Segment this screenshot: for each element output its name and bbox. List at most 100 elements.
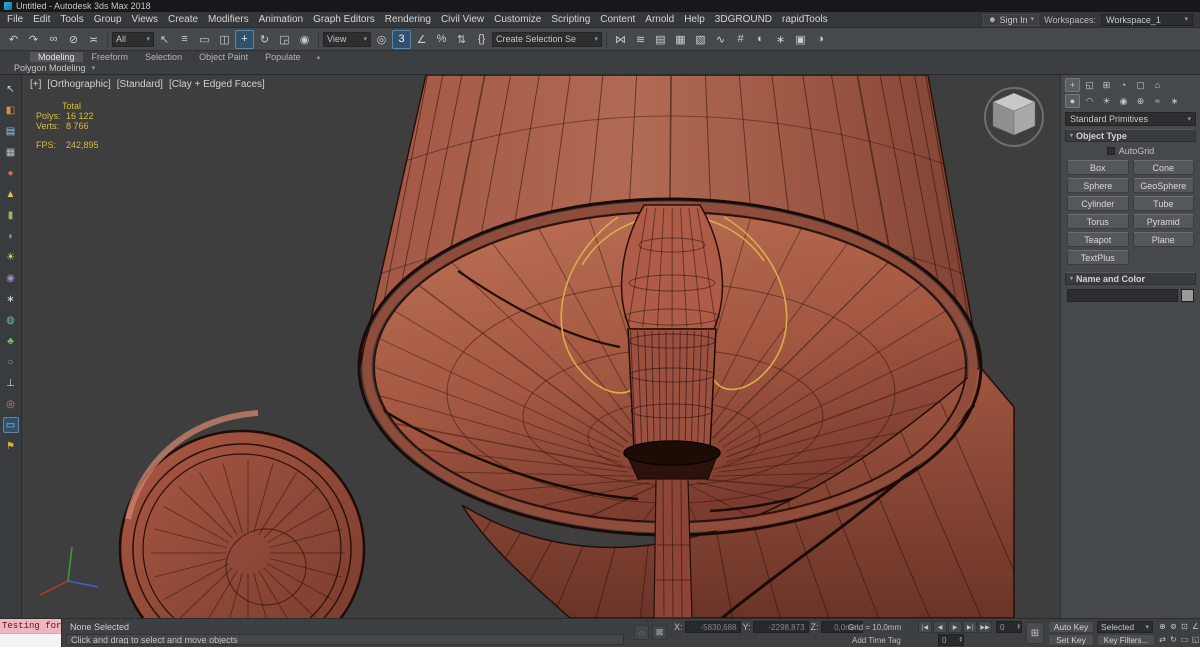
viewport-pov-menu[interactable]: [Orthographic] xyxy=(47,79,110,90)
textplus-button[interactable]: TextPlus xyxy=(1067,250,1129,265)
menu-item[interactable]: Views xyxy=(127,12,164,27)
object-color-swatch[interactable] xyxy=(1181,289,1194,302)
percent-snap-icon[interactable]: % xyxy=(432,30,451,49)
curve-editor-icon[interactable]: ∿ xyxy=(711,30,730,49)
circle-tool-icon[interactable]: ○ xyxy=(3,354,19,370)
torus-button[interactable]: Torus xyxy=(1067,214,1129,229)
snaps-toggle-icon[interactable]: 3 xyxy=(392,29,411,49)
plane-button[interactable]: Plane xyxy=(1132,232,1194,247)
box-button[interactable]: Box xyxy=(1067,160,1129,175)
auto-key-button[interactable]: Auto Key xyxy=(1048,621,1094,633)
spinner-snap-icon[interactable]: ⇅ xyxy=(452,30,471,49)
selection-filter-dropdown[interactable]: All ▾ xyxy=(112,31,154,47)
motion-tab-icon[interactable]: ◔ xyxy=(1116,78,1131,92)
menu-item[interactable]: Edit xyxy=(28,12,55,27)
menu-item[interactable]: Create xyxy=(163,12,203,27)
tube-button[interactable]: Tube xyxy=(1132,196,1194,211)
schematic-view-icon[interactable]: # xyxy=(731,30,750,49)
hierarchy-tab-icon[interactable]: ⊞ xyxy=(1099,78,1114,92)
clover-tool-icon[interactable]: ♣ xyxy=(3,333,19,349)
menu-item[interactable]: File xyxy=(2,12,28,27)
render-setup-icon[interactable]: ∗ xyxy=(771,30,790,49)
viewport-shading-menu[interactable]: [Clay + Edged Faces] xyxy=(169,79,265,90)
light-tool-icon[interactable]: ☀ xyxy=(3,249,19,265)
current-frame-field[interactable]: 0 ▴ ▾ xyxy=(996,621,1022,633)
align-icon[interactable]: ≋ xyxy=(631,30,650,49)
y-coordinate-field[interactable]: -2298,873 xyxy=(752,621,809,633)
select-and-place-icon[interactable]: ◉ xyxy=(295,30,314,49)
object-name-input[interactable] xyxy=(1067,289,1178,302)
cylinder-button[interactable]: Cylinder xyxy=(1067,196,1129,211)
name-color-rollout-header[interactable]: ▾ Name and Color xyxy=(1065,272,1196,285)
tab-selection[interactable]: Selection xyxy=(137,52,190,62)
redo-icon[interactable]: ↷ xyxy=(24,30,43,49)
cylinder-tool-icon[interactable]: ▮ xyxy=(3,207,19,223)
edit-named-selection-sets-icon[interactable]: {} xyxy=(472,30,491,49)
select-and-move-icon[interactable]: + xyxy=(235,29,254,49)
selection-lock-icon[interactable]: ⊠ xyxy=(652,625,667,640)
frame-spinner-secondary[interactable]: 0 ▴ ▾ xyxy=(938,634,964,646)
previous-frame-icon[interactable]: ◀ xyxy=(933,621,947,633)
window-crossing-icon[interactable]: ◫ xyxy=(215,30,234,49)
ribbon-minimize-icon[interactable]: ▴ xyxy=(317,51,321,62)
sphere-button[interactable]: Sphere xyxy=(1067,178,1129,193)
material-editor-icon[interactable]: ◐ xyxy=(751,30,770,49)
primitive-category-dropdown[interactable]: Standard Primitives ▾ xyxy=(1065,112,1196,126)
select-and-scale-icon[interactable]: ◲ xyxy=(275,30,294,49)
zoom-extents-icon[interactable]: ⊡ xyxy=(1180,621,1189,632)
menu-item[interactable]: Animation xyxy=(254,12,308,27)
select-and-link-icon[interactable]: ∞ xyxy=(44,30,63,49)
named-selection-sets-dropdown[interactable]: Create Selection Se ▾ xyxy=(492,31,602,47)
listener-input-line[interactable] xyxy=(0,634,61,647)
workspace-dropdown[interactable]: Workspace_1 ▾ xyxy=(1101,13,1193,26)
create-tab-icon[interactable]: + xyxy=(1065,78,1080,92)
zoom-icon[interactable]: ⊕ xyxy=(1158,621,1167,632)
key-selection-dropdown[interactable]: Selected ▾ xyxy=(1097,621,1153,633)
toggle-layer-explorer-icon[interactable]: ▦ xyxy=(671,30,690,49)
tab-freeform[interactable]: Freeform xyxy=(84,52,137,62)
axis-tool-icon[interactable]: ⊥ xyxy=(3,375,19,391)
camera-tool-icon[interactable]: ◉ xyxy=(3,270,19,286)
menu-item[interactable]: Content xyxy=(595,12,640,27)
mirror-icon[interactable]: ⋈ xyxy=(611,30,630,49)
menu-item[interactable]: Civil View xyxy=(436,12,489,27)
menu-item[interactable]: rapidTools xyxy=(777,12,833,27)
globe-tool-icon[interactable]: ◍ xyxy=(3,312,19,328)
sign-in-button[interactable]: ☻ Sign In ▾ xyxy=(983,13,1040,26)
select-by-name-icon[interactable]: ≡ xyxy=(175,30,194,49)
viewport-renderer-menu[interactable]: [Standard] xyxy=(117,79,163,90)
undo-icon[interactable]: ↶ xyxy=(4,30,23,49)
orbit-icon[interactable]: ↻ xyxy=(1169,634,1178,645)
menu-item[interactable]: Scripting xyxy=(546,12,595,27)
unlink-selection-icon[interactable]: ⊘ xyxy=(64,30,83,49)
spinner-arrows-icon[interactable]: ▴ ▾ xyxy=(1017,623,1020,631)
menu-item[interactable]: Tools xyxy=(55,12,88,27)
set-key-mode-icon[interactable]: ⊞ xyxy=(1026,622,1044,644)
snowflake-tool-icon[interactable]: ∗ xyxy=(3,291,19,307)
space-warps-category-icon[interactable]: ≈ xyxy=(1150,94,1165,108)
rectangular-selection-region-icon[interactable]: ▭ xyxy=(195,30,214,49)
key-filters-button[interactable]: Key Filters... xyxy=(1097,634,1155,646)
autogrid-checkbox[interactable] xyxy=(1106,147,1115,155)
shapes-category-icon[interactable]: ◠ xyxy=(1082,94,1097,108)
select-and-rotate-icon[interactable]: ↻ xyxy=(255,30,274,49)
go-to-end-icon[interactable]: ▶▶ xyxy=(978,621,992,633)
zoom-all-icon[interactable]: ⊚ xyxy=(1169,621,1178,632)
layers-tool-icon[interactable]: ▤ xyxy=(3,123,19,139)
tab-populate[interactable]: Populate xyxy=(257,52,309,62)
go-to-start-icon[interactable]: |◀ xyxy=(918,621,932,633)
tab-modeling[interactable]: Modeling xyxy=(30,51,83,62)
brush-tool-icon[interactable]: ◧ xyxy=(3,102,19,118)
play-icon[interactable]: ▶ xyxy=(948,621,962,633)
target-tool-icon[interactable]: ◎ xyxy=(3,396,19,412)
menu-item[interactable]: Rendering xyxy=(380,12,436,27)
angle-snap-icon[interactable]: ∠ xyxy=(412,30,431,49)
geometry-category-icon[interactable]: ● xyxy=(1065,94,1080,108)
menu-item[interactable]: Graph Editors xyxy=(308,12,380,27)
display-tab-icon[interactable]: ▢ xyxy=(1133,78,1148,92)
monitor-tool-icon[interactable]: ▭ xyxy=(2,417,19,433)
listener-macro-recorder-line[interactable]: Testing for i xyxy=(0,619,61,634)
geosphere-button[interactable]: GeoSphere xyxy=(1132,178,1194,193)
teapot-tool-icon[interactable]: ◗ xyxy=(3,228,19,244)
toggle-ribbon-icon[interactable]: ▧ xyxy=(691,30,710,49)
